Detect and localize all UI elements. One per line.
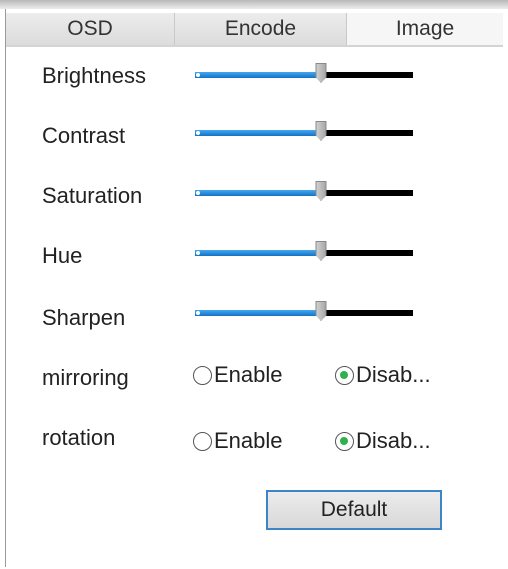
saturation-slider-thumb[interactable] bbox=[315, 181, 327, 201]
saturation-slider[interactable] bbox=[195, 180, 415, 206]
contrast-slider-thumb[interactable] bbox=[315, 121, 327, 141]
slider-start-marker bbox=[196, 311, 200, 315]
image-settings-panel bbox=[5, 9, 505, 567]
rotation-disable-radio[interactable] bbox=[335, 431, 354, 451]
hue-slider[interactable] bbox=[195, 240, 415, 266]
rotation-enable-label: Enable bbox=[214, 428, 283, 453]
brightness-slider-thumb[interactable] bbox=[315, 63, 327, 83]
settings-tab-bar: OSD Encode Image bbox=[6, 13, 503, 45]
default-button[interactable]: Default bbox=[266, 490, 442, 530]
hue-label: Hue bbox=[42, 243, 83, 268]
tab-encode[interactable]: Encode bbox=[175, 13, 347, 45]
mirroring-enable-radio[interactable] bbox=[193, 365, 212, 385]
mirroring-label: mirroring bbox=[42, 365, 129, 390]
slider-start-marker bbox=[196, 73, 200, 77]
slider-start-marker bbox=[196, 191, 200, 195]
slider-start-marker bbox=[196, 131, 200, 135]
slider-fill bbox=[195, 310, 321, 316]
slider-fill bbox=[195, 72, 321, 78]
tab-osd[interactable]: OSD bbox=[6, 13, 175, 45]
brightness-slider[interactable] bbox=[195, 62, 415, 88]
rotation-enable-radio[interactable] bbox=[193, 431, 212, 451]
contrast-label: Contrast bbox=[42, 123, 126, 148]
sharpen-slider[interactable] bbox=[195, 300, 415, 326]
mirroring-disable-label: Disab... bbox=[356, 362, 431, 387]
mirroring-enable-option[interactable]: Enable bbox=[193, 362, 283, 388]
tab-separator bbox=[6, 45, 503, 47]
sharpen-slider-thumb[interactable] bbox=[315, 301, 327, 321]
slider-fill bbox=[195, 130, 321, 136]
hue-slider-thumb[interactable] bbox=[315, 241, 327, 261]
window-top-edge bbox=[0, 0, 508, 9]
rotation-enable-option[interactable]: Enable bbox=[193, 428, 283, 454]
sharpen-label: Sharpen bbox=[42, 305, 126, 330]
saturation-label: Saturation bbox=[42, 183, 143, 208]
tab-image[interactable]: Image bbox=[347, 13, 503, 45]
slider-start-marker bbox=[196, 251, 200, 255]
mirroring-disable-option[interactable]: Disab... bbox=[335, 362, 431, 388]
rotation-disable-label: Disab... bbox=[356, 428, 431, 453]
brightness-label: Brightness bbox=[42, 63, 146, 88]
contrast-slider[interactable] bbox=[195, 120, 415, 146]
mirroring-disable-radio[interactable] bbox=[335, 365, 354, 385]
mirroring-enable-label: Enable bbox=[214, 362, 283, 387]
slider-fill bbox=[195, 190, 321, 196]
slider-fill bbox=[195, 250, 321, 256]
rotation-label: rotation bbox=[42, 425, 116, 450]
rotation-disable-option[interactable]: Disab... bbox=[335, 428, 431, 454]
